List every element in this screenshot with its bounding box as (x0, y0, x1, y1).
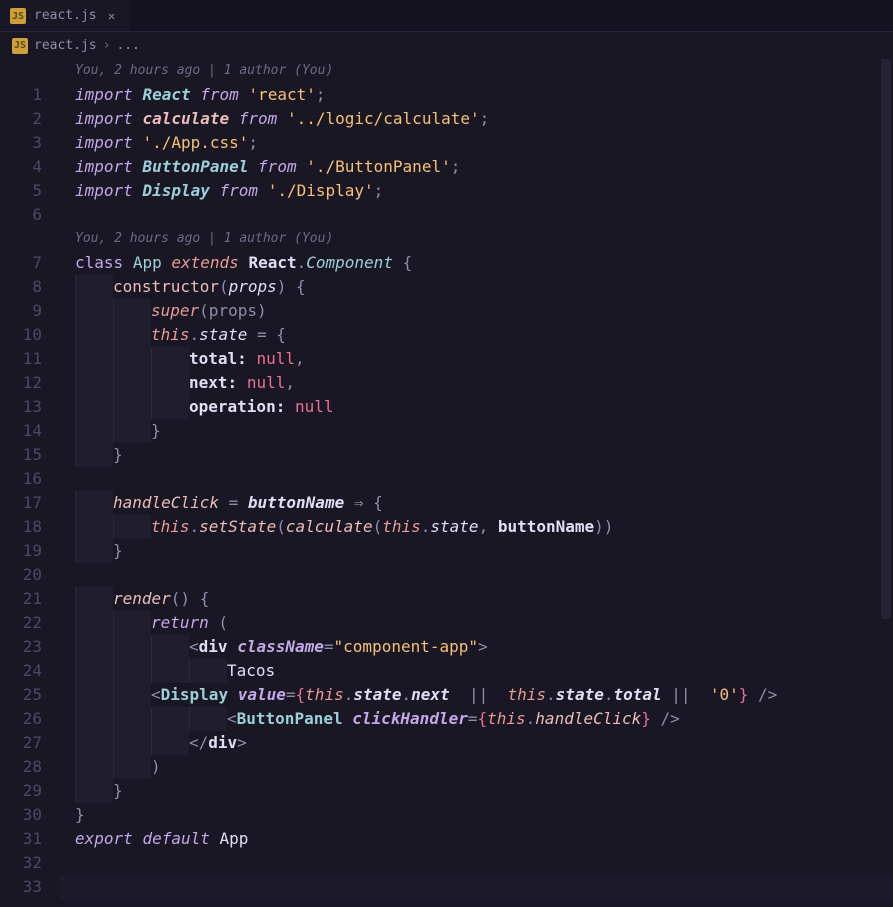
code-line[interactable]: <Display value={this.state.next || this.… (60, 683, 893, 707)
breadcrumb-rest: ... (116, 36, 139, 56)
code-line[interactable]: return ( (60, 611, 893, 635)
code-line[interactable]: } (60, 443, 893, 467)
code-line[interactable]: handleClick = buttonName ⇒ { (60, 491, 893, 515)
code-line[interactable]: import React from 'react'; (60, 83, 893, 107)
code-line[interactable] (60, 875, 893, 899)
chevron-right-icon: › (103, 36, 111, 56)
code-line[interactable]: } (60, 539, 893, 563)
breadcrumb-filename: react.js (34, 36, 97, 56)
breadcrumb[interactable]: JS react.js › ... (0, 31, 893, 59)
code-line[interactable]: import './App.css'; (60, 131, 893, 155)
code-line[interactable]: export default App (60, 827, 893, 851)
code-line[interactable]: import Display from './Display'; (60, 179, 893, 203)
codelens-annotation[interactable]: You, 2 hours ago | 1 author (You) (60, 59, 893, 83)
code-line[interactable] (60, 563, 893, 587)
code-line[interactable]: <ButtonPanel clickHandler={this.handleCl… (60, 707, 893, 731)
code-line[interactable]: </div> (60, 731, 893, 755)
tab-bar: JS react.js ✕ (0, 0, 893, 31)
js-file-icon: JS (12, 38, 28, 54)
code-line[interactable]: this.setState(calculate(this.state, butt… (60, 515, 893, 539)
close-icon[interactable]: ✕ (105, 9, 119, 23)
code-line[interactable]: } (60, 419, 893, 443)
code-line[interactable] (60, 203, 893, 227)
file-tab[interactable]: JS react.js ✕ (0, 0, 129, 31)
js-file-icon: JS (10, 8, 26, 24)
code-line[interactable]: next: null, (60, 371, 893, 395)
code-line[interactable]: <div className="component-app"> (60, 635, 893, 659)
code-line[interactable]: operation: null (60, 395, 893, 419)
code-line[interactable]: constructor(props) { (60, 275, 893, 299)
code-line[interactable]: import calculate from '../logic/calculat… (60, 107, 893, 131)
code-line[interactable]: total: null, (60, 347, 893, 371)
codelens-annotation[interactable]: You, 2 hours ago | 1 author (You) (60, 227, 893, 251)
code-line[interactable]: import ButtonPanel from './ButtonPanel'; (60, 155, 893, 179)
code-line[interactable]: Tacos (60, 659, 893, 683)
line-number-gutter: 123456 789101112131415161718192021222324… (0, 59, 60, 907)
code-line[interactable]: } (60, 803, 893, 827)
code-area[interactable]: You, 2 hours ago | 1 author (You) import… (60, 59, 893, 907)
code-line[interactable]: super(props) (60, 299, 893, 323)
code-line[interactable]: this.state = { (60, 323, 893, 347)
code-line[interactable] (60, 467, 893, 491)
code-line[interactable]: class App extends React.Component { (60, 251, 893, 275)
code-editor[interactable]: 123456 789101112131415161718192021222324… (0, 59, 893, 907)
tab-filename: react.js (34, 6, 97, 26)
code-line[interactable] (60, 851, 893, 875)
code-line[interactable]: ) (60, 755, 893, 779)
code-line[interactable]: } (60, 779, 893, 803)
code-line[interactable]: render() { (60, 587, 893, 611)
